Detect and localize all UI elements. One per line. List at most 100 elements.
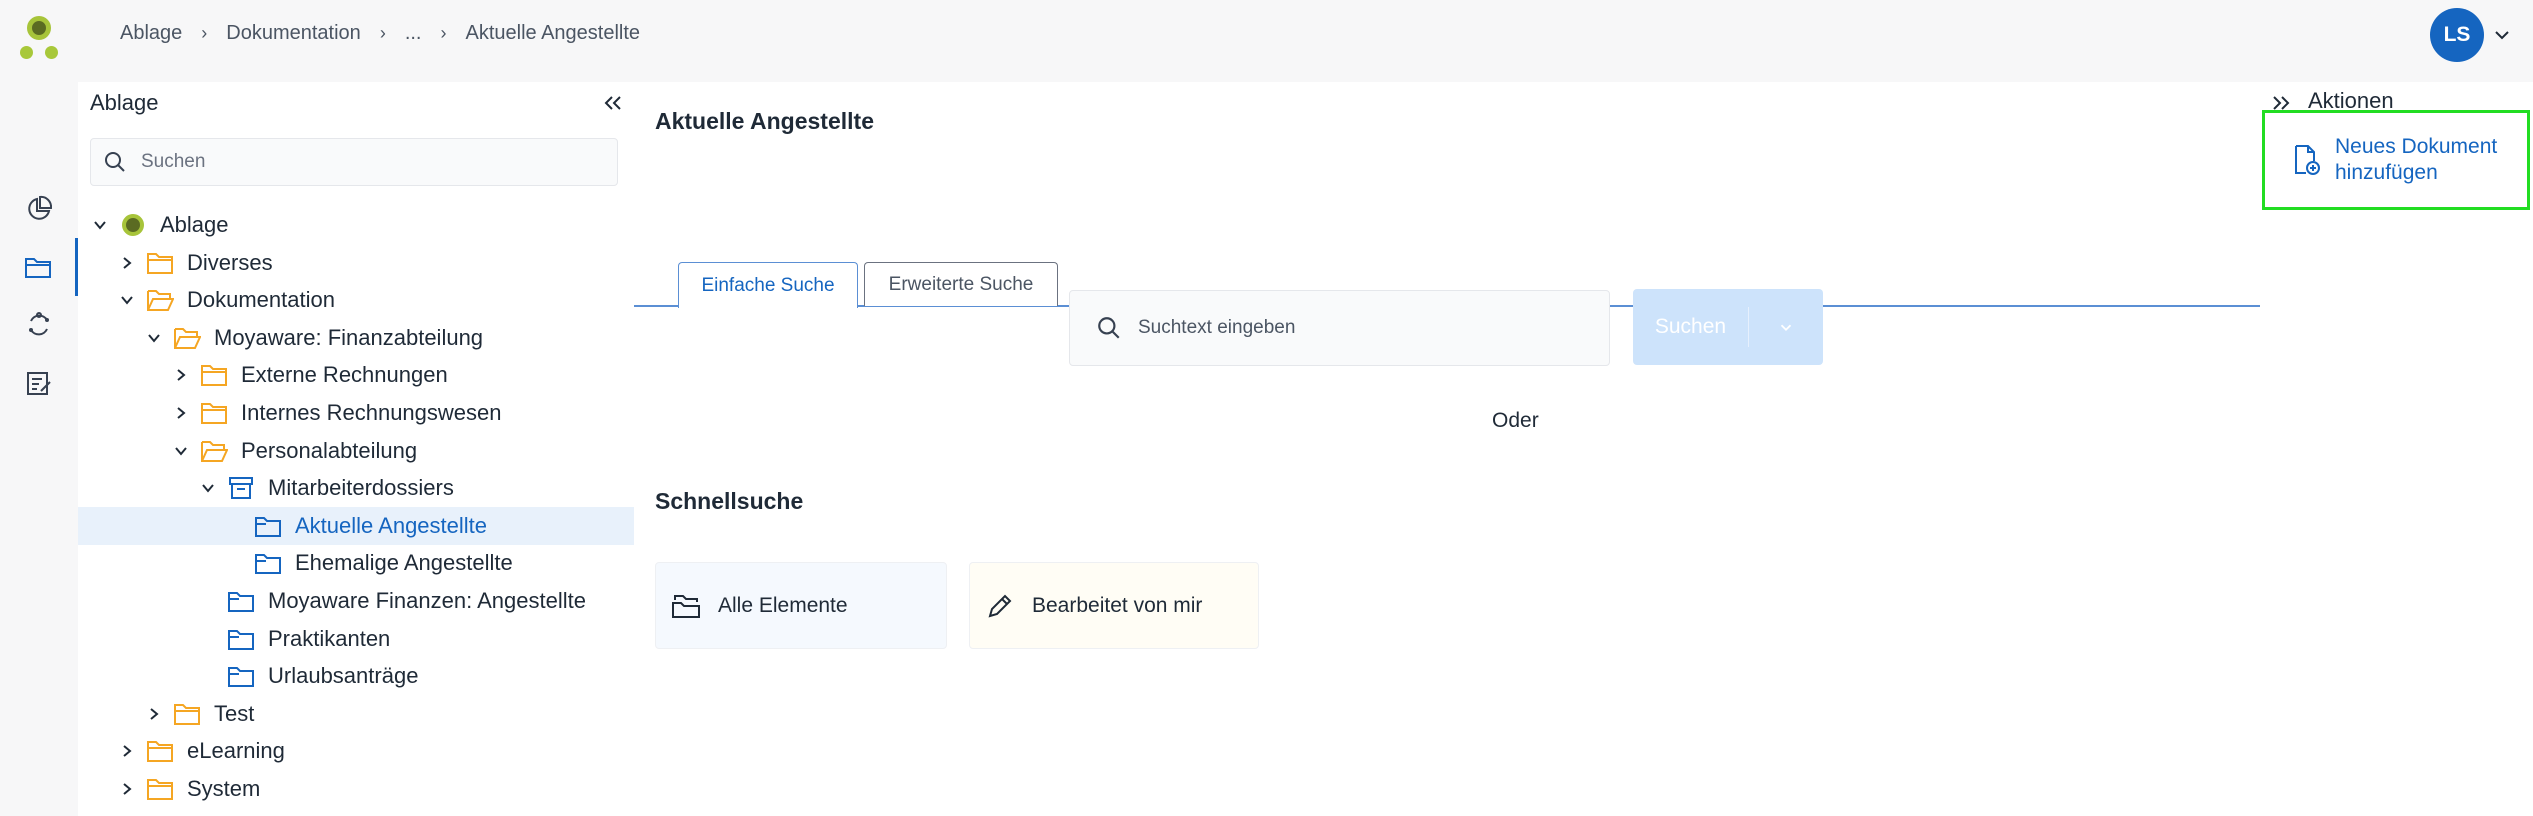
pencil-icon bbox=[984, 590, 1016, 622]
tree-node-label: Ehemalige Angestellte bbox=[295, 550, 513, 576]
tree-node[interactable]: Internes Rechnungswesen bbox=[78, 394, 634, 432]
folder-icon bbox=[145, 738, 175, 764]
folder-icon bbox=[145, 776, 175, 802]
tree-node-label: System bbox=[187, 776, 261, 801]
breadcrumb-item-dokumentation[interactable]: Dokumentation bbox=[226, 22, 361, 45]
task-list-icon bbox=[27, 372, 51, 395]
tree-node[interactable]: Praktikanten bbox=[78, 620, 634, 658]
tab-erweiterte-suche[interactable]: Erweiterte Suche bbox=[864, 262, 1058, 306]
tree-node[interactable]: Aktuelle Angestellte bbox=[78, 506, 634, 545]
tree-panel-title: Ablage bbox=[90, 90, 159, 115]
user-menu[interactable]: LS bbox=[2430, 8, 2512, 62]
sync-icon bbox=[29, 312, 49, 336]
search-icon bbox=[105, 152, 125, 172]
add-document-button[interactable]: Neues Dokument hinzufügen bbox=[2262, 110, 2530, 210]
chevron-down-icon[interactable] bbox=[2492, 25, 2512, 45]
chevron-down-icon[interactable] bbox=[144, 328, 164, 348]
chevron-right-icon[interactable] bbox=[171, 365, 191, 385]
chevron-down-icon[interactable] bbox=[117, 290, 137, 310]
avatar[interactable]: LS bbox=[2430, 8, 2484, 62]
search-folder-icon bbox=[226, 588, 256, 614]
quick-card-bearbeitet-von-mir[interactable]: Bearbeitet von mir bbox=[969, 562, 1259, 649]
chevron-down-icon[interactable] bbox=[198, 478, 218, 498]
quick-search-title: Schnellsuche bbox=[655, 488, 804, 514]
quick-card-alle-elemente[interactable]: Alle Elemente bbox=[655, 562, 947, 649]
search-tabs: Einfache Suche Erweiterte Suche bbox=[634, 182, 2260, 308]
search-folder-icon bbox=[226, 626, 256, 652]
rail-item-tasks[interactable] bbox=[0, 354, 78, 412]
tree-node-label: Test bbox=[214, 700, 255, 726]
page-title: Aktuelle Angestellte bbox=[655, 108, 874, 134]
tree-node[interactable]: Moyaware: Finanzabteilung bbox=[78, 319, 634, 357]
ablage-logo-icon bbox=[118, 212, 148, 238]
folder-icon bbox=[199, 362, 229, 388]
rail-item-ablage[interactable] bbox=[0, 238, 78, 296]
tree-node[interactable]: Mitarbeiterdossiers bbox=[78, 469, 634, 507]
tree-node[interactable]: Moyaware Finanzen: Angestellte bbox=[78, 582, 634, 620]
search-folder-icon bbox=[253, 550, 283, 576]
tree-node-label: Moyaware Finanzen: Angestellte bbox=[268, 588, 586, 613]
chevron-right-icon[interactable] bbox=[117, 779, 137, 799]
tree-node[interactable]: Ablage bbox=[78, 206, 634, 244]
breadcrumb-item-ellipsis[interactable]: ... bbox=[405, 22, 422, 45]
chevron-right-icon[interactable] bbox=[144, 704, 164, 724]
tree-node[interactable]: Externe Rechnungen bbox=[78, 356, 634, 394]
rail-item-workflow[interactable] bbox=[0, 296, 78, 354]
tree-node[interactable]: eLearning bbox=[78, 732, 634, 770]
search-text-input[interactable] bbox=[1138, 317, 1598, 339]
tree-node[interactable]: Diverses bbox=[78, 244, 634, 282]
tab-einfache-suche[interactable]: Einfache Suche bbox=[678, 262, 858, 308]
tree-node[interactable]: Dokumentation bbox=[78, 281, 634, 319]
tree-node-label: Urlaubsanträge bbox=[268, 663, 419, 689]
tree-node[interactable]: System bbox=[78, 770, 634, 808]
chevron-right-icon: › bbox=[201, 23, 208, 43]
tree-node[interactable]: Personalabteilung bbox=[78, 432, 634, 470]
collapse-panel-button[interactable] bbox=[600, 90, 626, 116]
tree-node[interactable]: Urlaubsanträge bbox=[78, 657, 634, 695]
search-options-dropdown[interactable] bbox=[1749, 318, 1823, 336]
tree-node-label: Moyaware: Finanzabteilung bbox=[214, 324, 484, 350]
chevron-right-icon[interactable] bbox=[117, 253, 137, 273]
app-window: Ablage › Dokumentation › ... › Aktuelle … bbox=[0, 0, 2533, 816]
pie-chart-icon bbox=[28, 195, 53, 220]
chevron-down-icon[interactable] bbox=[90, 215, 110, 235]
tree-node-label: Externe Rechnungen bbox=[241, 362, 448, 388]
chevron-right-icon[interactable] bbox=[117, 741, 137, 761]
chevron-right-icon[interactable] bbox=[171, 403, 191, 423]
chevron-right-icon: › bbox=[440, 23, 447, 43]
folder-icon bbox=[172, 701, 202, 727]
search-button[interactable]: Suchen bbox=[1633, 315, 1748, 339]
main-content: Aktuelle Angestellte Einfache Suche Erwe… bbox=[634, 82, 2260, 816]
breadcrumb: Ablage › Dokumentation › ... › Aktuelle … bbox=[120, 22, 640, 45]
tree-node[interactable]: Test bbox=[78, 695, 634, 733]
tree-node-label: Personalabteilung bbox=[241, 437, 418, 463]
tree-node[interactable]: Ehemalige Angestellte bbox=[78, 544, 634, 582]
tree-panel: Ablage Ablage Diverses Dokumentation Moyawa… bbox=[78, 82, 634, 816]
quick-card-label: Bearbeitet von mir bbox=[1032, 593, 1203, 617]
chevron-down-icon bbox=[1780, 324, 1792, 331]
app-logo[interactable] bbox=[18, 16, 62, 62]
double-chevron-left-icon bbox=[604, 96, 621, 110]
tree-search bbox=[90, 138, 618, 186]
chevron-down-icon[interactable] bbox=[171, 441, 191, 461]
folder-open-icon bbox=[145, 287, 175, 313]
tree-node-label: Internes Rechnungswesen bbox=[241, 400, 502, 425]
rail-item-dashboard[interactable] bbox=[0, 180, 78, 238]
folder-open-icon bbox=[199, 438, 229, 464]
search-folder-icon bbox=[253, 513, 283, 539]
folder-icon bbox=[24, 258, 51, 278]
tree-node-label: Mitarbeiterdossiers bbox=[268, 475, 454, 501]
or-label: Oder bbox=[1492, 409, 1539, 432]
actions-panel: Aktionen Neues Dokument hinzufügen bbox=[2260, 82, 2533, 816]
top-bar: Ablage › Dokumentation › ... › Aktuelle … bbox=[0, 0, 2533, 70]
tree-node-label: eLearning bbox=[187, 738, 285, 764]
folder-stack-icon bbox=[670, 590, 702, 622]
tree-node-label: Dokumentation bbox=[187, 287, 335, 313]
tree-search-input[interactable] bbox=[141, 151, 581, 173]
breadcrumb-item-ablage[interactable]: Ablage bbox=[120, 22, 182, 45]
